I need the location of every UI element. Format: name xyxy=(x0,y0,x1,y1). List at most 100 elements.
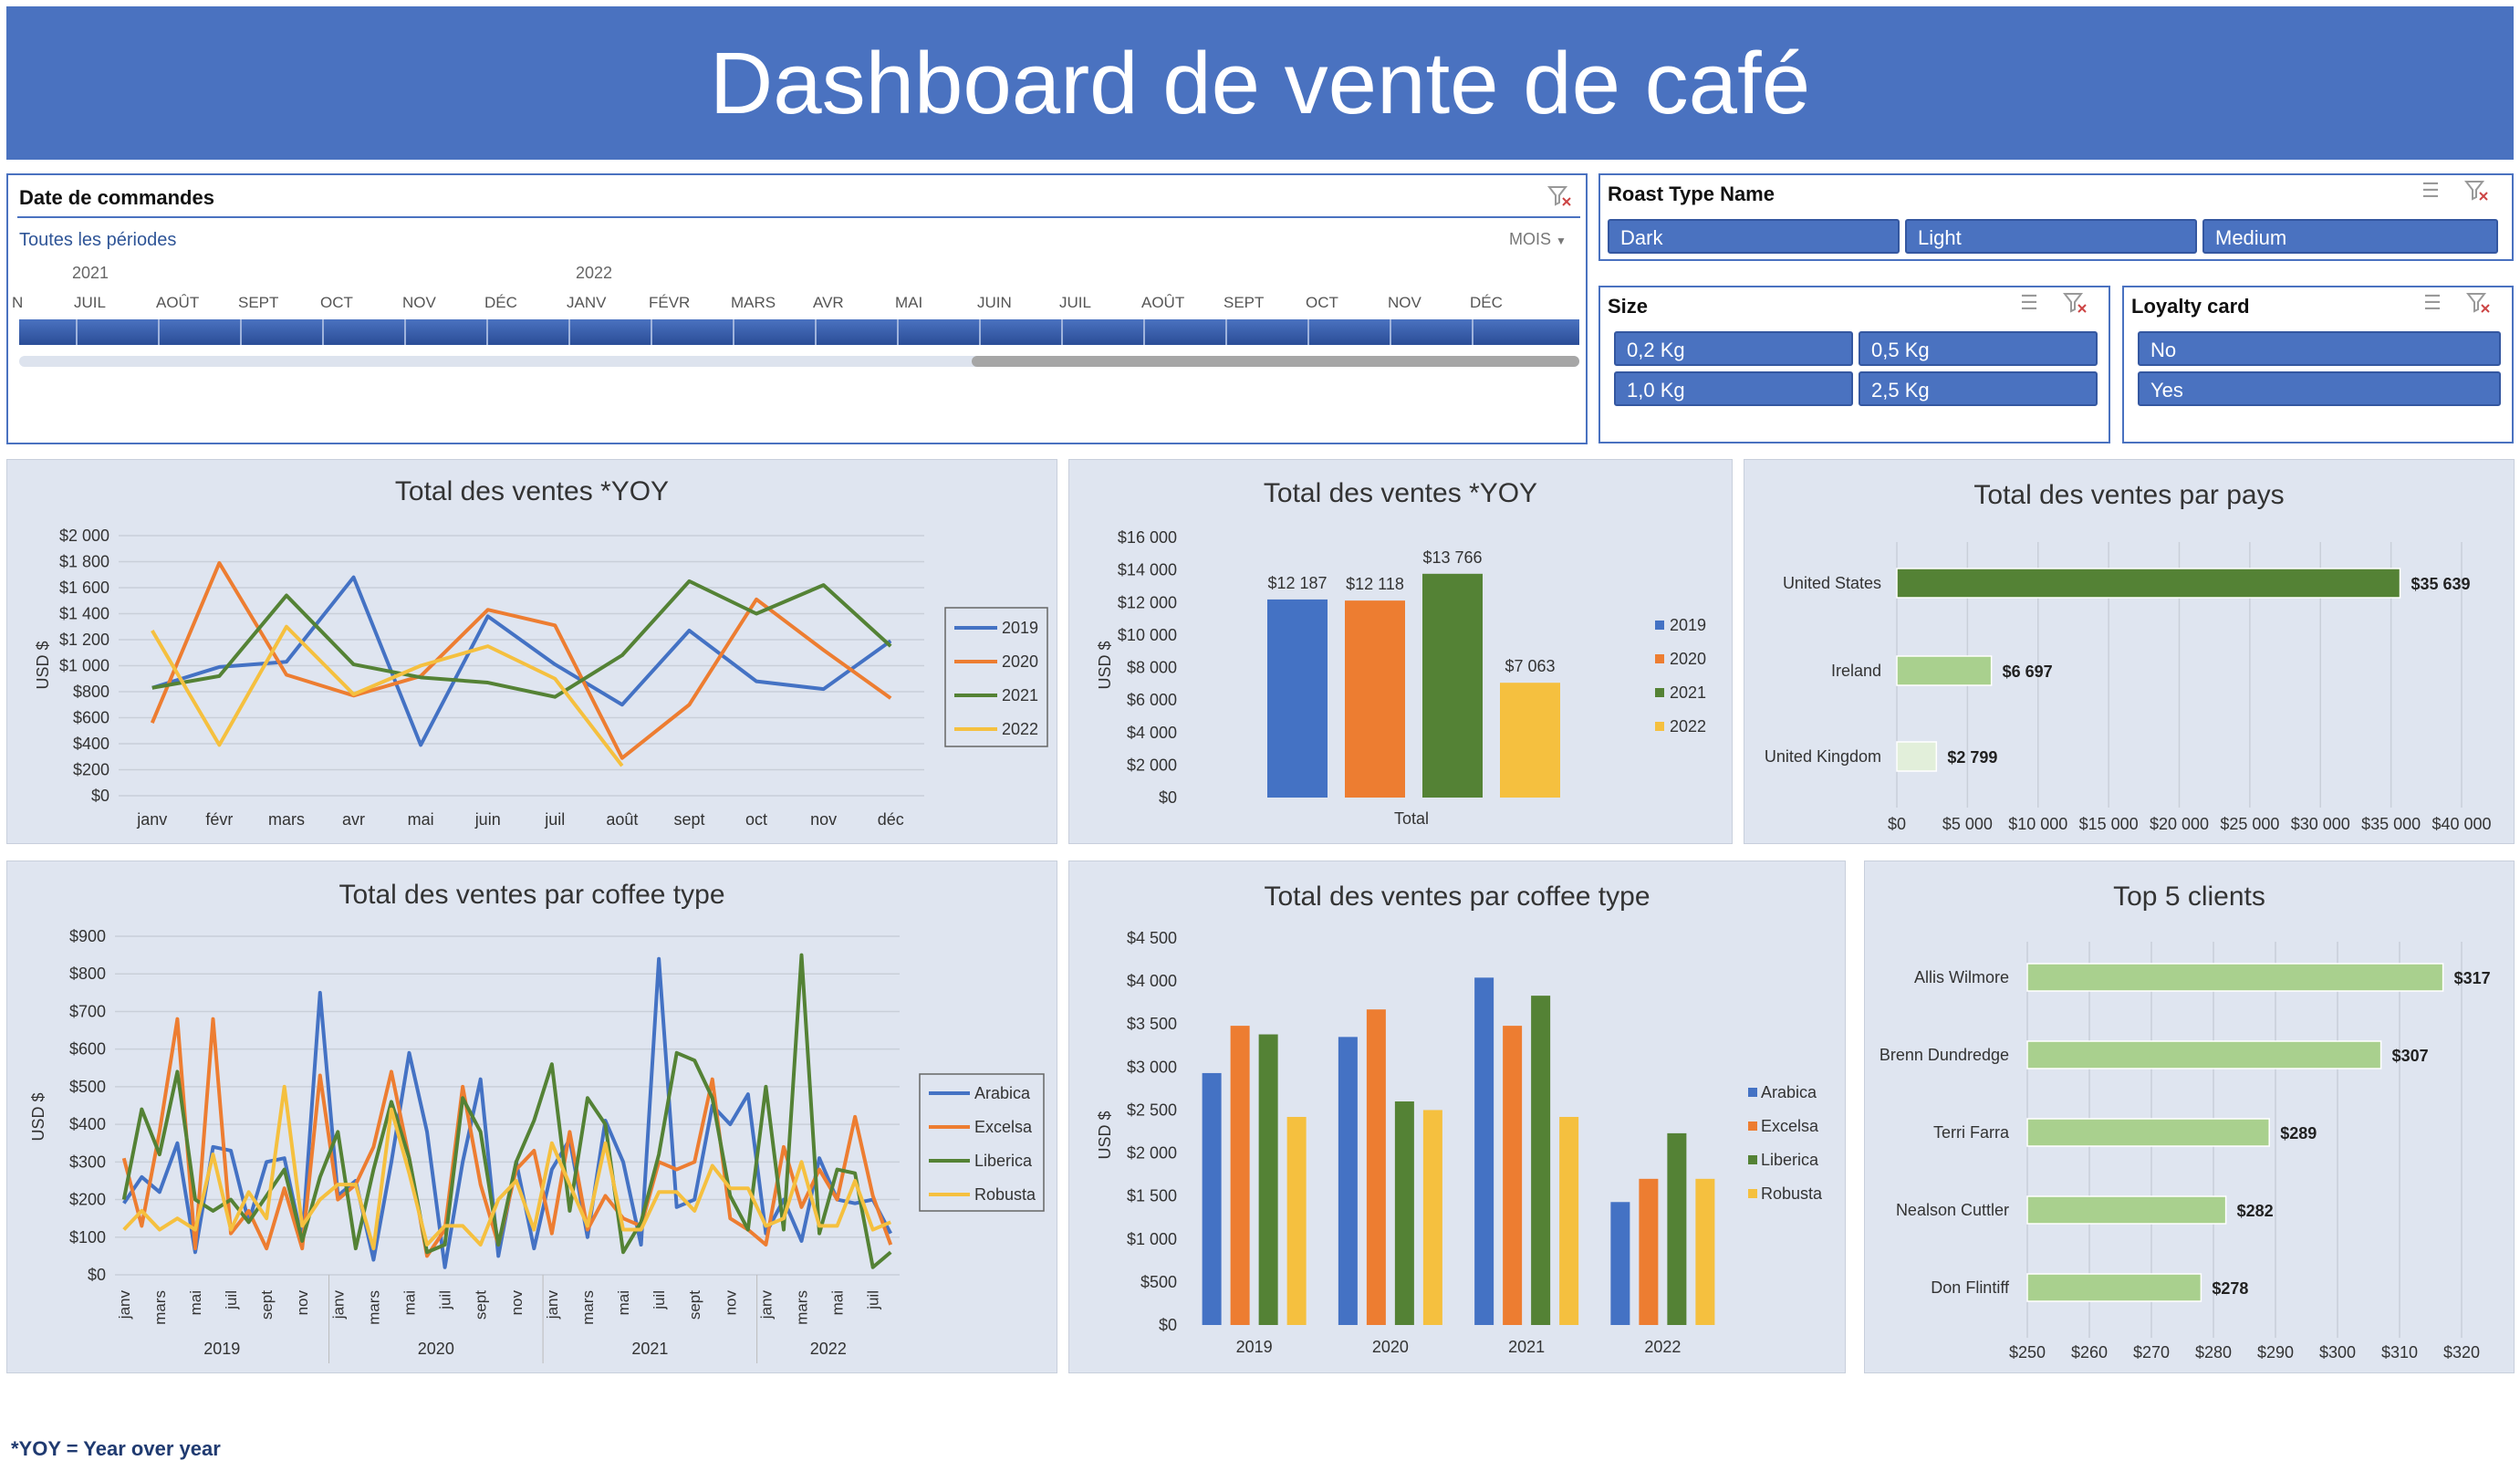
x-tick-label: nov xyxy=(508,1290,526,1316)
x-tick-label: janv xyxy=(116,1290,133,1320)
y-axis-label: USD $ xyxy=(1096,1111,1114,1159)
clear-filter-icon[interactable] xyxy=(2463,179,2491,203)
y-tick-label: Don Flintiff xyxy=(1931,1278,2010,1297)
y-tick-label: United Kingdom xyxy=(1765,747,1881,766)
timeline-scroll-thumb[interactable] xyxy=(972,356,1579,367)
y-tick-label: $4 500 xyxy=(1127,929,1177,947)
timeline-month-cell[interactable] xyxy=(1061,319,1063,345)
data-label: $6 697 xyxy=(2003,662,2053,681)
roast-light-button[interactable]: Light xyxy=(1905,219,2197,254)
roast-medium-button[interactable]: Medium xyxy=(2202,219,2498,254)
year-group-label: 2022 xyxy=(810,1340,847,1358)
timeline-month-cell[interactable] xyxy=(979,319,981,345)
x-tick-label: $320 xyxy=(2443,1343,2480,1361)
date-timeline-slicer[interactable]: Date de commandes Toutes les périodes MO… xyxy=(6,173,1588,444)
clear-filter-icon[interactable] xyxy=(1546,184,1574,208)
chart-panel-top-clients: Top 5 clients $250 $260 $270 $280 $290 $300 $3… xyxy=(1864,861,2515,1373)
y-tick-label: $200 xyxy=(69,1191,106,1209)
roast-type-slicer: Roast Type Name ☰ Dark Light Medium xyxy=(1598,173,2514,261)
x-tick-label: janv xyxy=(757,1290,775,1320)
clear-filter-icon[interactable] xyxy=(2465,291,2493,315)
bar-allis-wilmore xyxy=(2026,963,2444,992)
size-2-5-button[interactable]: 2,5 Kg xyxy=(1859,371,2098,406)
x-tick-label: Total xyxy=(1394,809,1429,828)
timeline-month-label: NOV xyxy=(1388,294,1421,311)
timeline-month-cell[interactable] xyxy=(733,319,734,345)
timeline-month-cell[interactable] xyxy=(815,319,817,345)
legend-label: Excelsa xyxy=(974,1118,1033,1136)
x-tick-label: $260 xyxy=(2071,1343,2108,1361)
timeline-selection-bar[interactable] xyxy=(19,319,1579,345)
timeline-months: N JUIL AOÛT SEPT OCT NOV DÉC JANV FÉVR MARS AVR MAI… xyxy=(8,294,1586,318)
roast-dark-button[interactable]: Dark xyxy=(1608,219,1900,254)
timeline-month-cell[interactable] xyxy=(1307,319,1309,345)
y-tick-label: $400 xyxy=(73,735,109,753)
x-tick-label: 2019 xyxy=(1236,1338,1273,1356)
y-tick-label: $900 xyxy=(69,927,106,945)
loyalty-no-button[interactable]: No xyxy=(2138,331,2501,366)
chart-panel-yoy-bar: Total des ventes *YOY $0 $2 000 $4 000 $6 0… xyxy=(1068,459,1733,844)
x-tick-label: août xyxy=(606,810,638,829)
timeline-month-label: SEPT xyxy=(1224,294,1265,311)
loyalty-card-slicer: Loyalty card ☰ No Yes xyxy=(2122,286,2514,443)
x-tick-label: juil xyxy=(651,1290,668,1310)
timeline-month-label: JANV xyxy=(567,294,607,311)
timeline-month-cell[interactable] xyxy=(240,319,242,345)
bar-united-states xyxy=(1896,568,2401,599)
timeline-scroll-track[interactable] xyxy=(19,356,1579,367)
y-tick-label: $700 xyxy=(69,1002,106,1020)
timeline-month-cell[interactable] xyxy=(568,319,570,345)
bar-arabica-2021 xyxy=(1474,977,1494,1325)
timeline-month-cell[interactable] xyxy=(1143,319,1145,345)
legend-swatch xyxy=(1655,688,1664,697)
x-tick-label: sept xyxy=(473,1290,490,1320)
x-tick-label: $280 xyxy=(2195,1343,2232,1361)
x-tick-label: $250 xyxy=(2009,1343,2046,1361)
timeline-month-cell[interactable] xyxy=(486,319,488,345)
x-tick-label: $20 000 xyxy=(2150,815,2209,833)
size-0-5-button[interactable]: 0,5 Kg xyxy=(1859,331,2098,366)
timeline-month-cell[interactable] xyxy=(1472,319,1473,345)
timeline-month-cell[interactable] xyxy=(404,319,406,345)
x-tick-label: $5 000 xyxy=(1942,815,1993,833)
legend-swatch xyxy=(1655,654,1664,663)
x-tick-label: $310 xyxy=(2381,1343,2418,1361)
clear-filter-icon[interactable] xyxy=(2062,291,2089,315)
x-tick-label: mai xyxy=(615,1290,632,1315)
footnote: *YOY = Year over year xyxy=(11,1437,221,1460)
bar-robusta-2019 xyxy=(1286,1116,1307,1325)
bar-arabica-2019 xyxy=(1202,1072,1222,1325)
y-tick-label: $4 000 xyxy=(1127,724,1177,742)
roast-slicer-title: Roast Type Name xyxy=(1608,183,1775,205)
timeline-unit-dropdown[interactable]: MOIS ▼ xyxy=(1509,230,1567,249)
bar-arabica-2020 xyxy=(1338,1037,1358,1325)
size-0-2-button[interactable]: 0,2 Kg xyxy=(1614,331,1853,366)
legend-label: Arabica xyxy=(974,1084,1031,1102)
legend-label: 2020 xyxy=(1002,652,1038,671)
bar-liberica-2021 xyxy=(1531,996,1551,1325)
x-tick-label: févr xyxy=(205,810,233,829)
y-tick-label: $4 000 xyxy=(1127,972,1177,990)
timeline-month-cell[interactable] xyxy=(1390,319,1391,345)
timeline-month-cell[interactable] xyxy=(1225,319,1227,345)
size-1-0-button[interactable]: 1,0 Kg xyxy=(1614,371,1853,406)
multiselect-icon[interactable]: ☰ xyxy=(2417,179,2444,203)
loyalty-yes-button[interactable]: Yes xyxy=(2138,371,2501,406)
x-tick-label: nov xyxy=(810,810,837,829)
x-tick-label: $15 000 xyxy=(2079,815,2139,833)
y-tick-label: $1 400 xyxy=(59,605,109,623)
y-tick-label: $500 xyxy=(1140,1273,1177,1291)
x-tick-label: juil xyxy=(437,1290,454,1310)
timeline-month-cell[interactable] xyxy=(322,319,324,345)
multiselect-icon[interactable]: ☰ xyxy=(2015,291,2043,315)
timeline-title: Date de commandes xyxy=(19,186,214,209)
timeline-month-cell[interactable] xyxy=(651,319,652,345)
dropdown-icon: ▼ xyxy=(1556,235,1567,247)
timeline-month-cell[interactable] xyxy=(158,319,160,345)
legend-swatch xyxy=(1748,1189,1757,1198)
timeline-month-cell[interactable] xyxy=(897,319,899,345)
timeline-month-label: DÉC xyxy=(484,294,517,311)
bar-robusta-2021 xyxy=(1559,1116,1579,1325)
multiselect-icon[interactable]: ☰ xyxy=(2419,291,2446,315)
timeline-month-cell[interactable] xyxy=(76,319,78,345)
